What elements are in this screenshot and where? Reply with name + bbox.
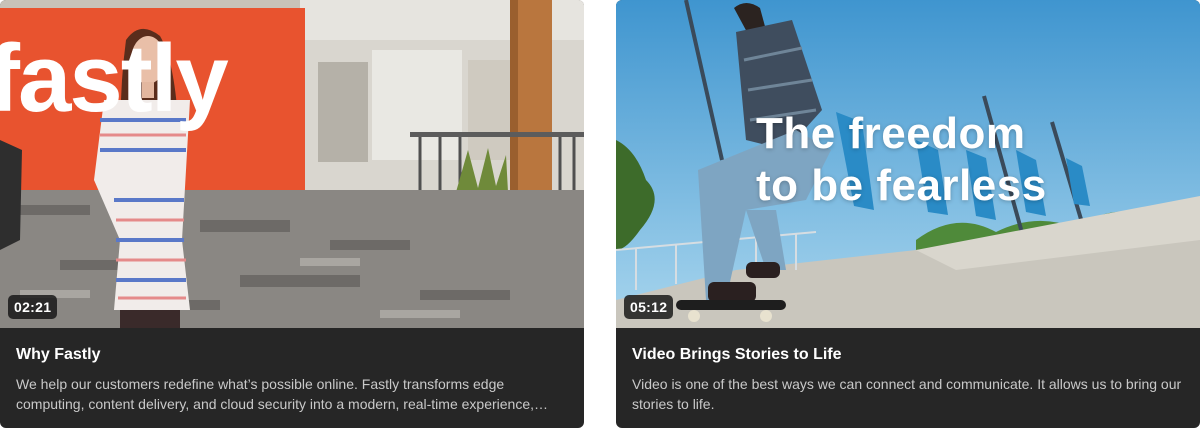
video-card-body: Why Fastly We help our customers redefin… — [0, 328, 584, 428]
video-thumbnail[interactable]: fastly 02:21 — [0, 0, 584, 328]
video-title[interactable]: Video Brings Stories to Life — [632, 346, 842, 364]
overlay-line-2: to be fearless — [756, 161, 1047, 210]
video-description: We help our customers redefine what’s po… — [16, 376, 535, 412]
video-card-why-fastly[interactable]: fastly 02:21 Why Fastly We help our cust… — [0, 0, 584, 428]
video-duration-badge: 05:12 — [624, 295, 674, 319]
overlay-line-1: The freedom — [756, 109, 1026, 158]
video-card-video-brings-stories[interactable]: The freedom to be fearless 05:12 Video B… — [616, 0, 1200, 428]
brand-logo: fastly — [0, 25, 229, 132]
video-thumbnail[interactable]: The freedom to be fearless 05:12 — [616, 0, 1200, 328]
video-duration-badge: 02:21 — [8, 295, 58, 319]
video-title[interactable]: Why Fastly — [16, 346, 100, 364]
video-overlay-headline: The freedom to be fearless — [756, 108, 1047, 212]
video-description: Video is one of the best ways we can con… — [632, 376, 1182, 412]
video-card-body: Video Brings Stories to Life Video is on… — [616, 328, 1200, 428]
